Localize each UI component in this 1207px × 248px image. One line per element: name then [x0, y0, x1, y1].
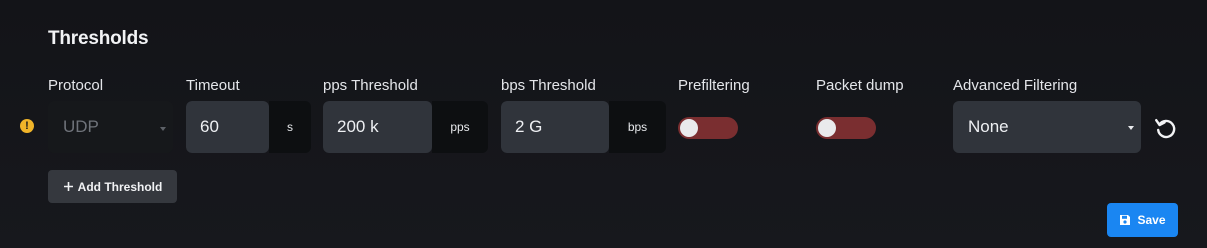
pps-threshold-field[interactable]: 200 k pps [323, 101, 488, 153]
advanced-filtering-select[interactable]: None [953, 101, 1141, 153]
exclamation-icon: ! [20, 119, 34, 133]
pps-threshold-input[interactable]: 200 k [323, 101, 432, 153]
toggle-knob [818, 119, 836, 137]
toggle-knob [680, 119, 698, 137]
save-label: Save [1137, 213, 1166, 227]
chevron-down-icon [160, 127, 166, 131]
timeout-label: Timeout [186, 77, 240, 94]
add-threshold-label: Add Threshold [77, 179, 163, 194]
protocol-select: UDP [48, 101, 173, 153]
packet-dump-toggle[interactable] [816, 117, 876, 139]
prefiltering-label: Prefiltering [678, 77, 750, 94]
floppy-disk-icon [1120, 215, 1131, 225]
timeout-field[interactable]: 60 s [186, 101, 311, 153]
bps-threshold-field[interactable]: 2 G bps [501, 101, 666, 153]
add-threshold-button[interactable]: Add Threshold [48, 170, 177, 203]
plus-icon [63, 182, 73, 191]
reset-icon[interactable] [1153, 115, 1179, 141]
save-button[interactable]: Save [1107, 203, 1178, 237]
pps-unit: pps [432, 101, 488, 153]
chevron-down-icon [1128, 126, 1134, 130]
prefiltering-toggle[interactable] [678, 117, 738, 139]
timeout-input[interactable]: 60 [186, 101, 269, 153]
bps-unit: bps [609, 101, 666, 153]
packet-dump-label: Packet dump [816, 77, 904, 94]
bps-threshold-label: bps Threshold [501, 77, 596, 94]
section-title: Thresholds [48, 28, 149, 49]
advanced-filtering-label: Advanced Filtering [953, 77, 1078, 94]
advanced-filtering-value: None [968, 117, 1009, 136]
pps-threshold-label: pps Threshold [323, 77, 418, 94]
bps-threshold-input[interactable]: 2 G [501, 101, 609, 153]
protocol-label: Protocol [48, 77, 104, 94]
timeout-unit: s [269, 101, 311, 153]
protocol-select-value: UDP [63, 117, 99, 136]
